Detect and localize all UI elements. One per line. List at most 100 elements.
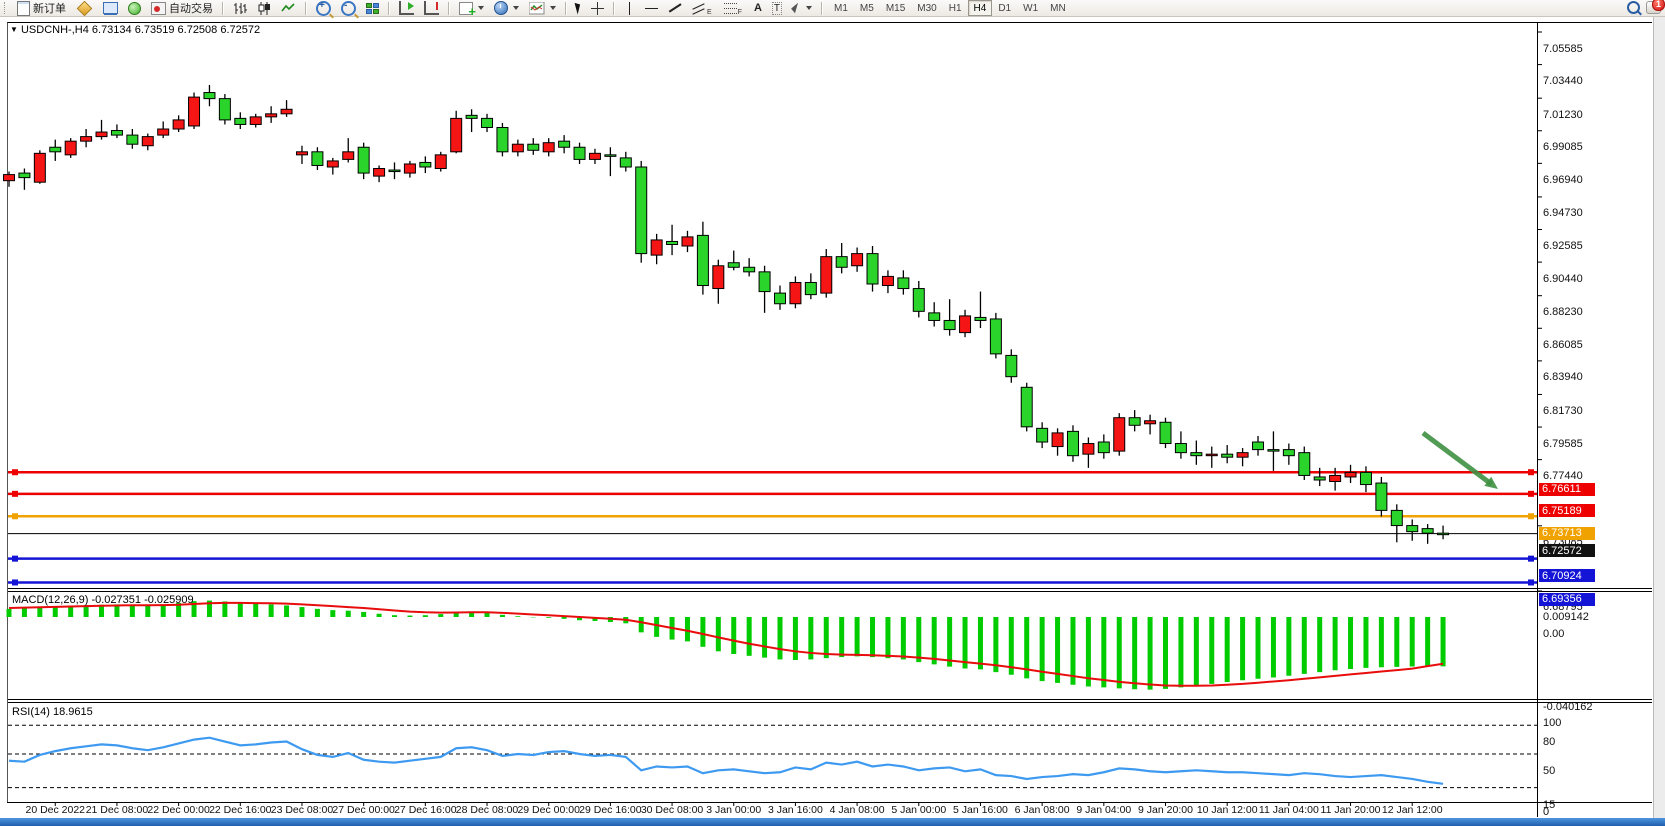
candle-body[interactable] — [204, 93, 215, 99]
candle-body[interactable] — [1206, 454, 1217, 456]
candle-body[interactable] — [4, 175, 15, 181]
candle-body[interactable] — [605, 155, 616, 157]
timeframe-button-m30[interactable]: M30 — [911, 0, 942, 16]
candle-body[interactable] — [65, 141, 76, 155]
candle-body[interactable] — [389, 170, 400, 172]
chat-icon[interactable]: 1 — [1646, 1, 1661, 14]
candle-body[interactable] — [1037, 428, 1048, 442]
candle-body[interactable] — [697, 235, 708, 285]
target-line-1-handle[interactable] — [1528, 556, 1534, 562]
text-tool-button[interactable]: A — [750, 0, 766, 17]
zoom-in-button[interactable]: + — [312, 0, 335, 17]
chart-collapse-icon[interactable]: ▼ — [10, 25, 18, 34]
new-order-button[interactable]: 新订单 — [13, 0, 70, 17]
timeframe-button-d1[interactable]: D1 — [992, 0, 1017, 16]
candle-body[interactable] — [312, 152, 323, 166]
candle-body[interactable] — [235, 118, 246, 124]
candle-body[interactable] — [1438, 533, 1449, 535]
text-label-tool-button[interactable]: T — [768, 0, 786, 17]
resistance-line-1-handle[interactable] — [1528, 469, 1534, 475]
candle-body[interactable] — [111, 131, 122, 136]
candle-body[interactable] — [1283, 450, 1294, 456]
candle-body[interactable] — [990, 319, 1001, 354]
target-line-1-handle[interactable] — [12, 556, 18, 562]
candle-body[interactable] — [1067, 431, 1078, 455]
candle-body[interactable] — [775, 293, 786, 304]
candle-body[interactable] — [636, 167, 647, 254]
candle-body[interactable] — [1253, 442, 1264, 450]
channel-tool-button[interactable]: E — [688, 0, 718, 17]
candle-body[interactable] — [358, 147, 369, 173]
candle-body[interactable] — [158, 129, 169, 135]
tile-windows-button[interactable] — [362, 0, 383, 17]
candlestick-mode-button[interactable] — [253, 0, 275, 17]
candle-body[interactable] — [898, 278, 909, 289]
resistance-line-2-handle[interactable] — [1528, 491, 1534, 497]
candle-body[interactable] — [1376, 483, 1387, 510]
candle-body[interactable] — [435, 155, 446, 169]
candle-body[interactable] — [620, 158, 631, 167]
candle-body[interactable] — [482, 118, 493, 127]
candle-body[interactable] — [1129, 418, 1140, 426]
candle-body[interactable] — [589, 153, 600, 159]
candle-body[interactable] — [266, 114, 277, 117]
resistance-line-2-handle[interactable] — [12, 491, 18, 497]
candle-body[interactable] — [929, 313, 940, 321]
crosshair-tool-button[interactable] — [587, 0, 608, 17]
search-icon[interactable] — [1627, 1, 1640, 14]
candle-body[interactable] — [1083, 444, 1094, 455]
candle-body[interactable] — [34, 153, 45, 182]
candle-body[interactable] — [374, 169, 385, 177]
trendline-tool-button[interactable] — [664, 0, 686, 17]
charts-button[interactable] — [72, 0, 97, 17]
candle-body[interactable] — [281, 109, 292, 114]
candle-body[interactable] — [759, 272, 770, 292]
indicators-button[interactable] — [525, 0, 560, 17]
candle-body[interactable] — [127, 135, 138, 144]
annotation-arrow-shaft[interactable] — [1423, 433, 1492, 484]
candle-body[interactable] — [1098, 442, 1109, 453]
candle-body[interactable] — [1391, 510, 1402, 525]
candle-body[interactable] — [528, 144, 539, 150]
candle-body[interactable] — [867, 254, 878, 284]
chart-canvas[interactable] — [0, 17, 1665, 818]
candle-body[interactable] — [497, 127, 508, 151]
candle-body[interactable] — [574, 147, 585, 159]
candle-body[interactable] — [821, 257, 832, 293]
candle-body[interactable] — [713, 266, 724, 289]
candle-body[interactable] — [667, 241, 678, 244]
timeframe-button-m15[interactable]: M15 — [880, 0, 911, 16]
candle-body[interactable] — [1407, 526, 1418, 532]
support-line-orange-handle[interactable] — [1528, 513, 1534, 519]
candle-body[interactable] — [96, 132, 107, 137]
support-line-orange-handle[interactable] — [12, 513, 18, 519]
cursor-tool-button[interactable] — [572, 0, 585, 17]
candle-body[interactable] — [1360, 472, 1371, 484]
timeframe-button-mn[interactable]: MN — [1044, 0, 1072, 16]
candle-body[interactable] — [1114, 418, 1125, 451]
candle-body[interactable] — [1006, 355, 1017, 376]
candle-body[interactable] — [327, 161, 338, 167]
candle-body[interactable] — [790, 282, 801, 303]
candle-body[interactable] — [219, 99, 230, 120]
timeframe-button-h4[interactable]: H4 — [968, 0, 993, 16]
auto-scroll-button[interactable] — [395, 0, 418, 17]
vertical-line-tool-button[interactable] — [620, 0, 639, 17]
timeframe-button-h1[interactable]: H1 — [943, 0, 968, 16]
chart-shift-button[interactable] — [420, 0, 443, 17]
candle-body[interactable] — [728, 263, 739, 268]
candle-body[interactable] — [543, 143, 554, 152]
horizontal-line-tool-button[interactable] — [641, 0, 662, 17]
timeframe-button-w1[interactable]: W1 — [1017, 0, 1044, 16]
candle-body[interactable] — [451, 118, 462, 151]
candle-body[interactable] — [1160, 422, 1171, 443]
candle-body[interactable] — [559, 141, 570, 147]
candle-body[interactable] — [682, 237, 693, 246]
candle-body[interactable] — [944, 320, 955, 329]
candle-body[interactable] — [744, 267, 755, 272]
timeframe-button-m1[interactable]: M1 — [828, 0, 854, 16]
candle-body[interactable] — [1222, 454, 1233, 457]
resistance-line-1-handle[interactable] — [12, 469, 18, 475]
arrow-tools-button[interactable] — [788, 0, 816, 17]
candle-body[interactable] — [343, 152, 354, 160]
